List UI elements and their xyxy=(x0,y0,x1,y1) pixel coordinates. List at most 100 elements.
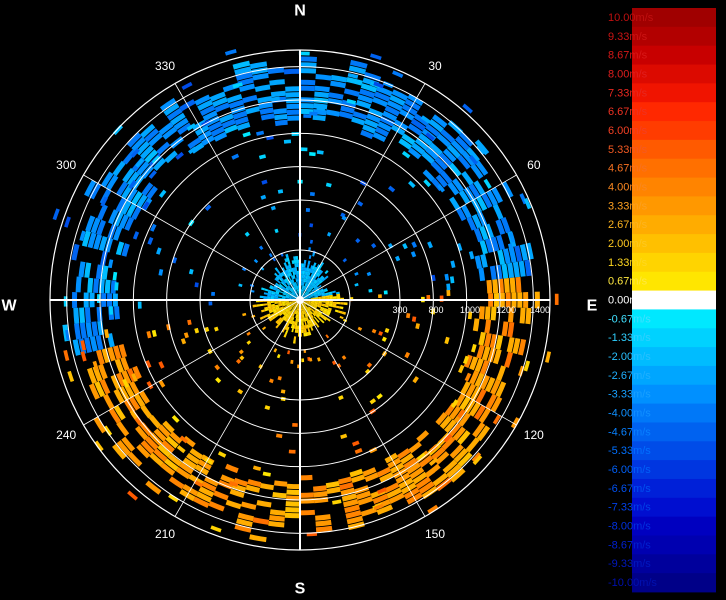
echo-gate xyxy=(313,262,317,267)
echo-gate xyxy=(339,315,344,320)
echo-gate xyxy=(188,268,194,275)
echo-gate xyxy=(336,301,341,305)
colorbar-label: 5.33m/s xyxy=(608,144,648,156)
colorbar-swatch xyxy=(632,215,716,235)
colorbar-label: 9.33m/s xyxy=(608,31,648,43)
echo-gate xyxy=(273,480,288,487)
echo-gate xyxy=(354,283,359,287)
colorbar-swatch xyxy=(632,422,716,442)
echo-gate xyxy=(509,277,516,293)
echo-gate xyxy=(194,327,200,334)
echo-gate xyxy=(285,92,300,98)
echo-gate xyxy=(518,260,526,277)
colorbar-swatch xyxy=(632,365,716,386)
echo-gate xyxy=(378,294,382,298)
colorbar-swatch xyxy=(632,403,716,423)
echo-gate xyxy=(283,333,287,338)
echo-gate xyxy=(253,258,259,264)
colorbar-swatch xyxy=(632,196,716,216)
colorbar-label: -8.67m/s xyxy=(608,539,651,551)
echo-gate xyxy=(286,103,300,110)
echo-gate xyxy=(492,203,504,220)
echo-gate xyxy=(448,162,462,177)
echo-gate xyxy=(343,302,348,306)
echo-gate xyxy=(354,271,359,276)
echo-gate xyxy=(472,318,480,332)
echo-gate xyxy=(501,321,509,337)
echo-gate xyxy=(315,74,332,81)
azimuth-spoke xyxy=(299,299,426,517)
echo-gate xyxy=(303,263,306,268)
range-label: 1200 xyxy=(496,305,516,315)
echo-gate xyxy=(79,322,87,339)
echo-gate xyxy=(261,287,266,291)
colorbar-swatch xyxy=(632,271,716,291)
echo-gate xyxy=(288,449,296,454)
colorbar-label: -4.00m/s xyxy=(608,408,651,420)
echo-gate xyxy=(346,76,363,86)
echo-gate xyxy=(331,290,336,294)
echo-gate xyxy=(300,56,317,63)
azimuth-label: 300 xyxy=(56,158,76,172)
echo-gate xyxy=(280,389,286,394)
echo-gate xyxy=(316,150,324,155)
echo-gate xyxy=(274,113,288,121)
echo-gate xyxy=(108,259,114,269)
echo-gate xyxy=(148,415,162,429)
echo-gate xyxy=(388,185,396,193)
echo-gate xyxy=(79,307,86,324)
echo-gate xyxy=(366,362,373,368)
echo-gate xyxy=(262,326,267,331)
echo-gate xyxy=(370,53,382,61)
echo-gate xyxy=(395,255,401,262)
colorbar-label: 0.67m/s xyxy=(608,276,648,288)
echo-gate xyxy=(415,323,420,330)
colorbar-label: -4.67m/s xyxy=(608,426,651,438)
echo-gate xyxy=(268,253,273,258)
colorbar-swatch xyxy=(632,478,716,499)
echo-gate xyxy=(127,490,138,501)
echo-gate xyxy=(264,288,269,292)
echo-gate xyxy=(449,196,461,211)
echo-gate xyxy=(84,307,91,323)
colorbar-swatch xyxy=(632,384,716,405)
colorbar-label: 3.33m/s xyxy=(608,200,648,212)
echo-gate xyxy=(176,445,186,454)
echo-gate xyxy=(411,241,418,248)
colorbar-swatch xyxy=(632,347,716,367)
echo-gate xyxy=(326,109,340,117)
echo-gate xyxy=(270,205,276,211)
echo-gate xyxy=(278,297,282,300)
echo-gate xyxy=(444,273,450,281)
echo-gate xyxy=(286,483,300,490)
colorbar-swatch xyxy=(632,460,716,480)
echo-gate xyxy=(309,151,316,157)
echo-gate xyxy=(114,282,119,291)
echo-gate xyxy=(355,238,361,244)
echo-gate xyxy=(357,326,363,331)
echo-gate xyxy=(285,501,300,507)
echo-gate xyxy=(338,395,344,401)
azimuth-label: 60 xyxy=(527,158,541,172)
echo-gate xyxy=(408,180,416,189)
echo-gate xyxy=(486,279,493,294)
echo-gate xyxy=(180,338,187,345)
echo-gate xyxy=(246,340,252,345)
echo-gate xyxy=(312,252,316,257)
echo-gate xyxy=(263,296,268,299)
colorbar-label: -3.33m/s xyxy=(608,389,651,401)
echo-gate xyxy=(132,231,140,240)
echo-gate xyxy=(411,316,417,322)
colorbar-label: 8.67m/s xyxy=(608,50,648,62)
echo-gate xyxy=(286,109,300,116)
echo-gate xyxy=(376,393,383,400)
echo-gate xyxy=(104,329,110,339)
echo-gate xyxy=(483,178,492,189)
echo-gate xyxy=(317,357,321,362)
echo-gate xyxy=(313,485,327,492)
radar-ppi-plot: N S E W 30 60 120 150 210 240 300 330 300 800 1000 1200… xyxy=(1,3,597,598)
echo-gate xyxy=(404,351,411,359)
echo-gate xyxy=(314,85,330,93)
echo-gate xyxy=(295,256,299,260)
echo-gate xyxy=(215,377,222,384)
